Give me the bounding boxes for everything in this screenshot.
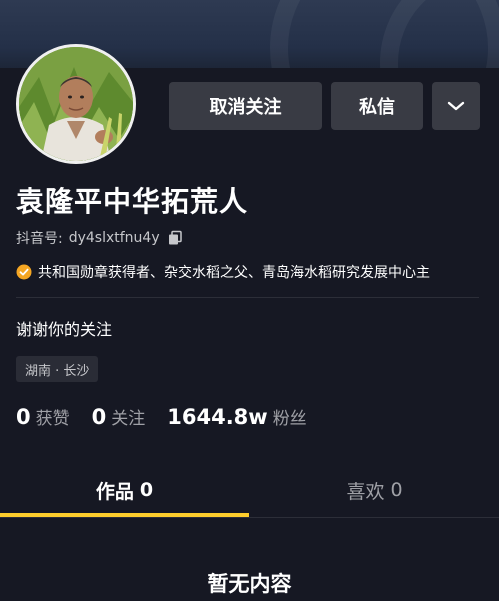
tab-works[interactable]: 作品 0: [0, 462, 249, 518]
avatar-photo: [19, 47, 133, 161]
unfollow-button[interactable]: 取消关注: [169, 82, 322, 130]
avatar[interactable]: [16, 44, 136, 164]
douyin-id-value: dy4slxtfnu4y: [68, 230, 160, 246]
tab-works-label: 作品: [95, 480, 134, 503]
active-tab-indicator: [0, 513, 249, 517]
verification-text: 共和国勋章获得者、杂交水稻之父、青岛海水稻研究发展中心主: [38, 265, 430, 281]
following-count: 0: [91, 405, 107, 429]
message-button[interactable]: 私信: [331, 82, 423, 130]
likes-label: 获赞: [35, 409, 70, 429]
more-dropdown-button[interactable]: [432, 82, 480, 130]
copy-icon[interactable]: [167, 230, 183, 246]
tab-likes-label: 喜欢: [346, 480, 385, 503]
empty-state-text: 暂无内容: [207, 572, 292, 596]
stat-likes: 0 获赞: [16, 404, 70, 429]
douyin-id-label: 抖音号:: [16, 231, 63, 247]
likes-count: 0: [16, 405, 31, 429]
stats-row: 0 获赞 0 关注 1644.8w 粉丝: [16, 404, 329, 429]
stat-followers[interactable]: 1644.8w 粉丝: [167, 404, 306, 429]
content-tabs: 作品 0 喜欢 0: [0, 462, 499, 518]
location-tag[interactable]: 湖南 · 长沙: [16, 356, 99, 382]
divider: [16, 297, 479, 298]
followers-label: 粉丝: [272, 409, 307, 429]
following-label: 关注: [111, 409, 146, 429]
verification-row: 共和国勋章获得者、杂交水稻之父、青岛海水稻研究发展中心主: [16, 262, 499, 282]
chevron-down-icon: [447, 101, 465, 111]
verified-badge-icon: [16, 264, 32, 280]
douyin-id-row: 抖音号: dy4slxtfnu4y: [16, 228, 183, 248]
banner-decoration: [380, 0, 499, 68]
tab-likes[interactable]: 喜欢 0: [250, 462, 499, 518]
profile-signature: 谢谢你的关注: [16, 320, 113, 339]
tab-likes-count: 0: [390, 479, 403, 501]
stat-following[interactable]: 0 关注: [92, 404, 146, 429]
profile-name: 袁隆平中华拓荒人: [16, 185, 249, 218]
tab-works-count: 0: [139, 479, 154, 501]
followers-count: 1644.8w: [167, 405, 268, 429]
